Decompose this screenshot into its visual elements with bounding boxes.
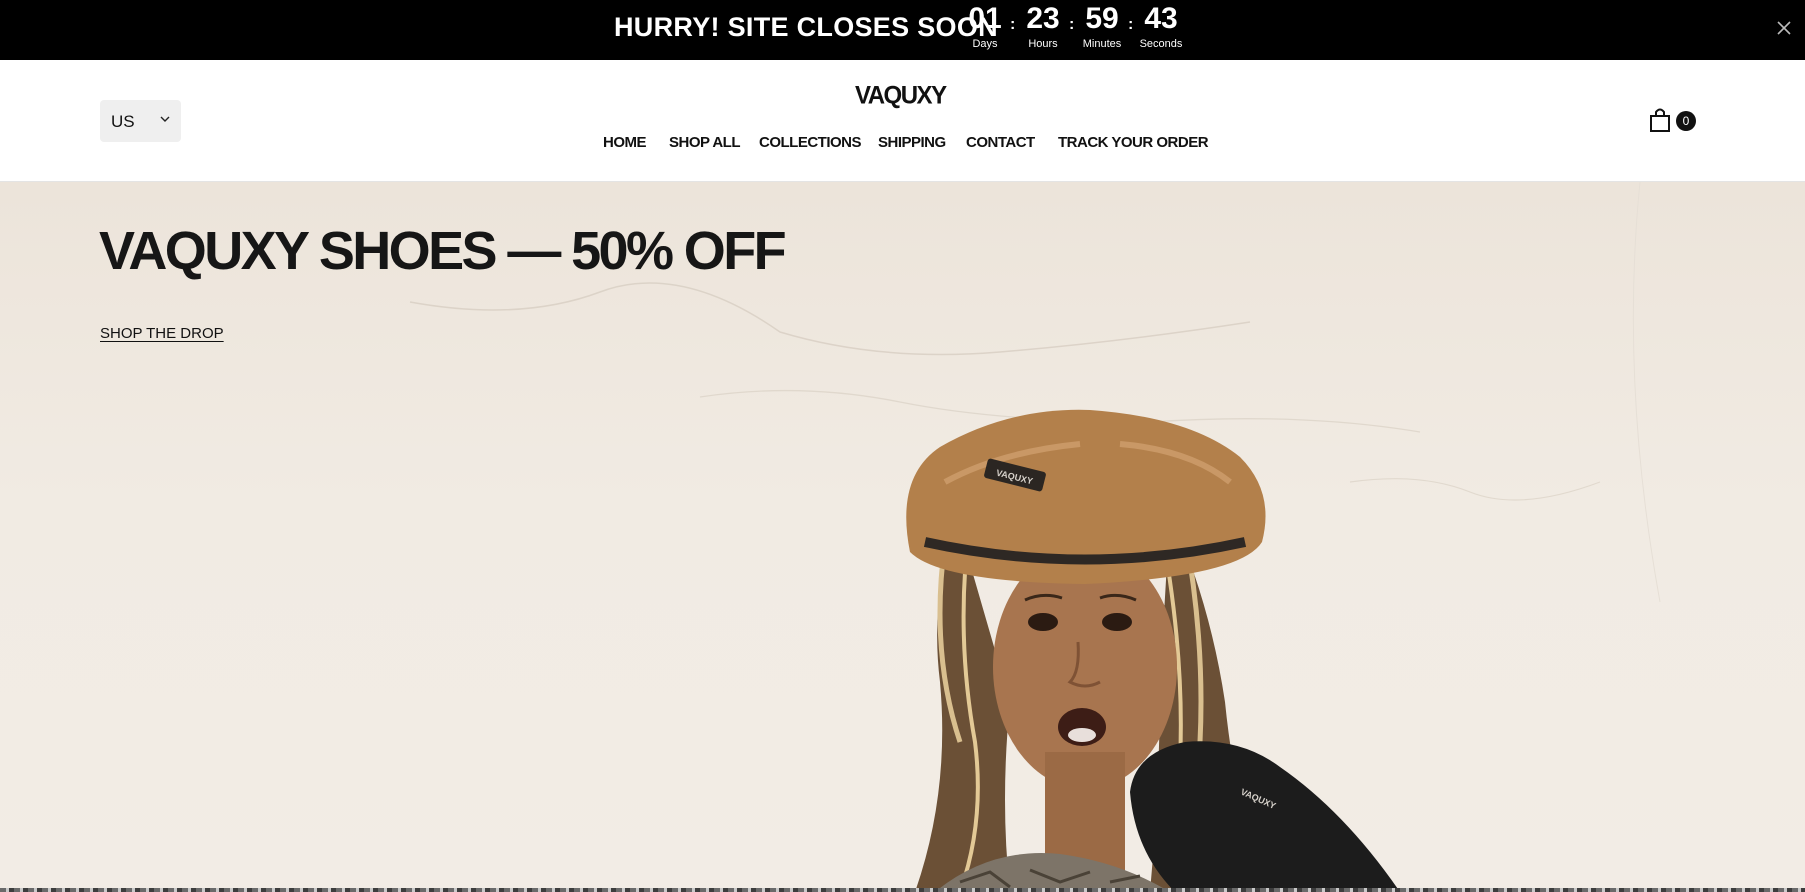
hero-title: VAQUXY SHOES — 50% OFF <box>99 221 787 281</box>
nav-home[interactable]: HOME <box>603 134 647 151</box>
countdown-hours-label: Hours <box>1028 38 1058 50</box>
shopping-bag-icon <box>1650 108 1670 132</box>
cart-count-badge: 0 <box>1676 111 1696 131</box>
countdown-seconds-label: Seconds <box>1139 38 1183 50</box>
countdown-minutes-label: Minutes <box>1082 38 1122 50</box>
countdown-seconds: 43 Seconds <box>1131 0 1191 51</box>
countdown-hours-value: 23 <box>1026 2 1060 35</box>
cart-button[interactable]: 0 <box>1648 107 1700 135</box>
nav-collections[interactable]: COLLECTIONS <box>759 134 862 151</box>
country-selector-value: US <box>111 112 135 131</box>
nav-contact[interactable]: CONTACT <box>966 134 1035 151</box>
announcement-message: HURRY! SITE CLOSES SOON <box>614 12 998 42</box>
site-logo[interactable]: VAQUXY <box>855 81 947 110</box>
countdown-minutes-value: 59 <box>1085 2 1119 35</box>
close-icon <box>1777 21 1791 35</box>
announcement-bar: HURRY! SITE CLOSES SOON 01 Days : 23 Hou… <box>0 0 1805 60</box>
nav-shipping[interactable]: SHIPPING <box>878 134 946 151</box>
countdown-days-value: 01 <box>968 2 1002 35</box>
countdown-seconds-value: 43 <box>1144 2 1178 35</box>
countdown-hours: 23 Hours <box>1013 0 1073 51</box>
close-announcement-button[interactable] <box>1772 14 1796 42</box>
hero-image: VAQUXY VAQUXY <box>409 182 1661 892</box>
countdown-days: 01 Days <box>955 0 1015 51</box>
nav-shop-all[interactable]: SHOP ALL <box>669 134 741 151</box>
shop-the-drop-link[interactable]: SHOP THE DROP <box>100 325 224 342</box>
site-header: US VAQUXY HOME SHOP ALL COLLECTIONS SHIP… <box>0 60 1805 182</box>
hero-banner: VAQUXY VAQUXY VAQUXY SHOES — 50% OFF SHO… <box>0 182 1805 892</box>
chevron-down-icon <box>160 116 170 122</box>
countdown-days-label: Days <box>972 38 998 50</box>
nav-track-your-order[interactable]: TRACK YOUR ORDER <box>1058 134 1209 151</box>
next-section-edge <box>0 888 1805 892</box>
countdown-minutes: 59 Minutes <box>1072 0 1132 51</box>
main-nav: HOME SHOP ALL COLLECTIONS SHIPPING CONTA… <box>0 134 1805 158</box>
